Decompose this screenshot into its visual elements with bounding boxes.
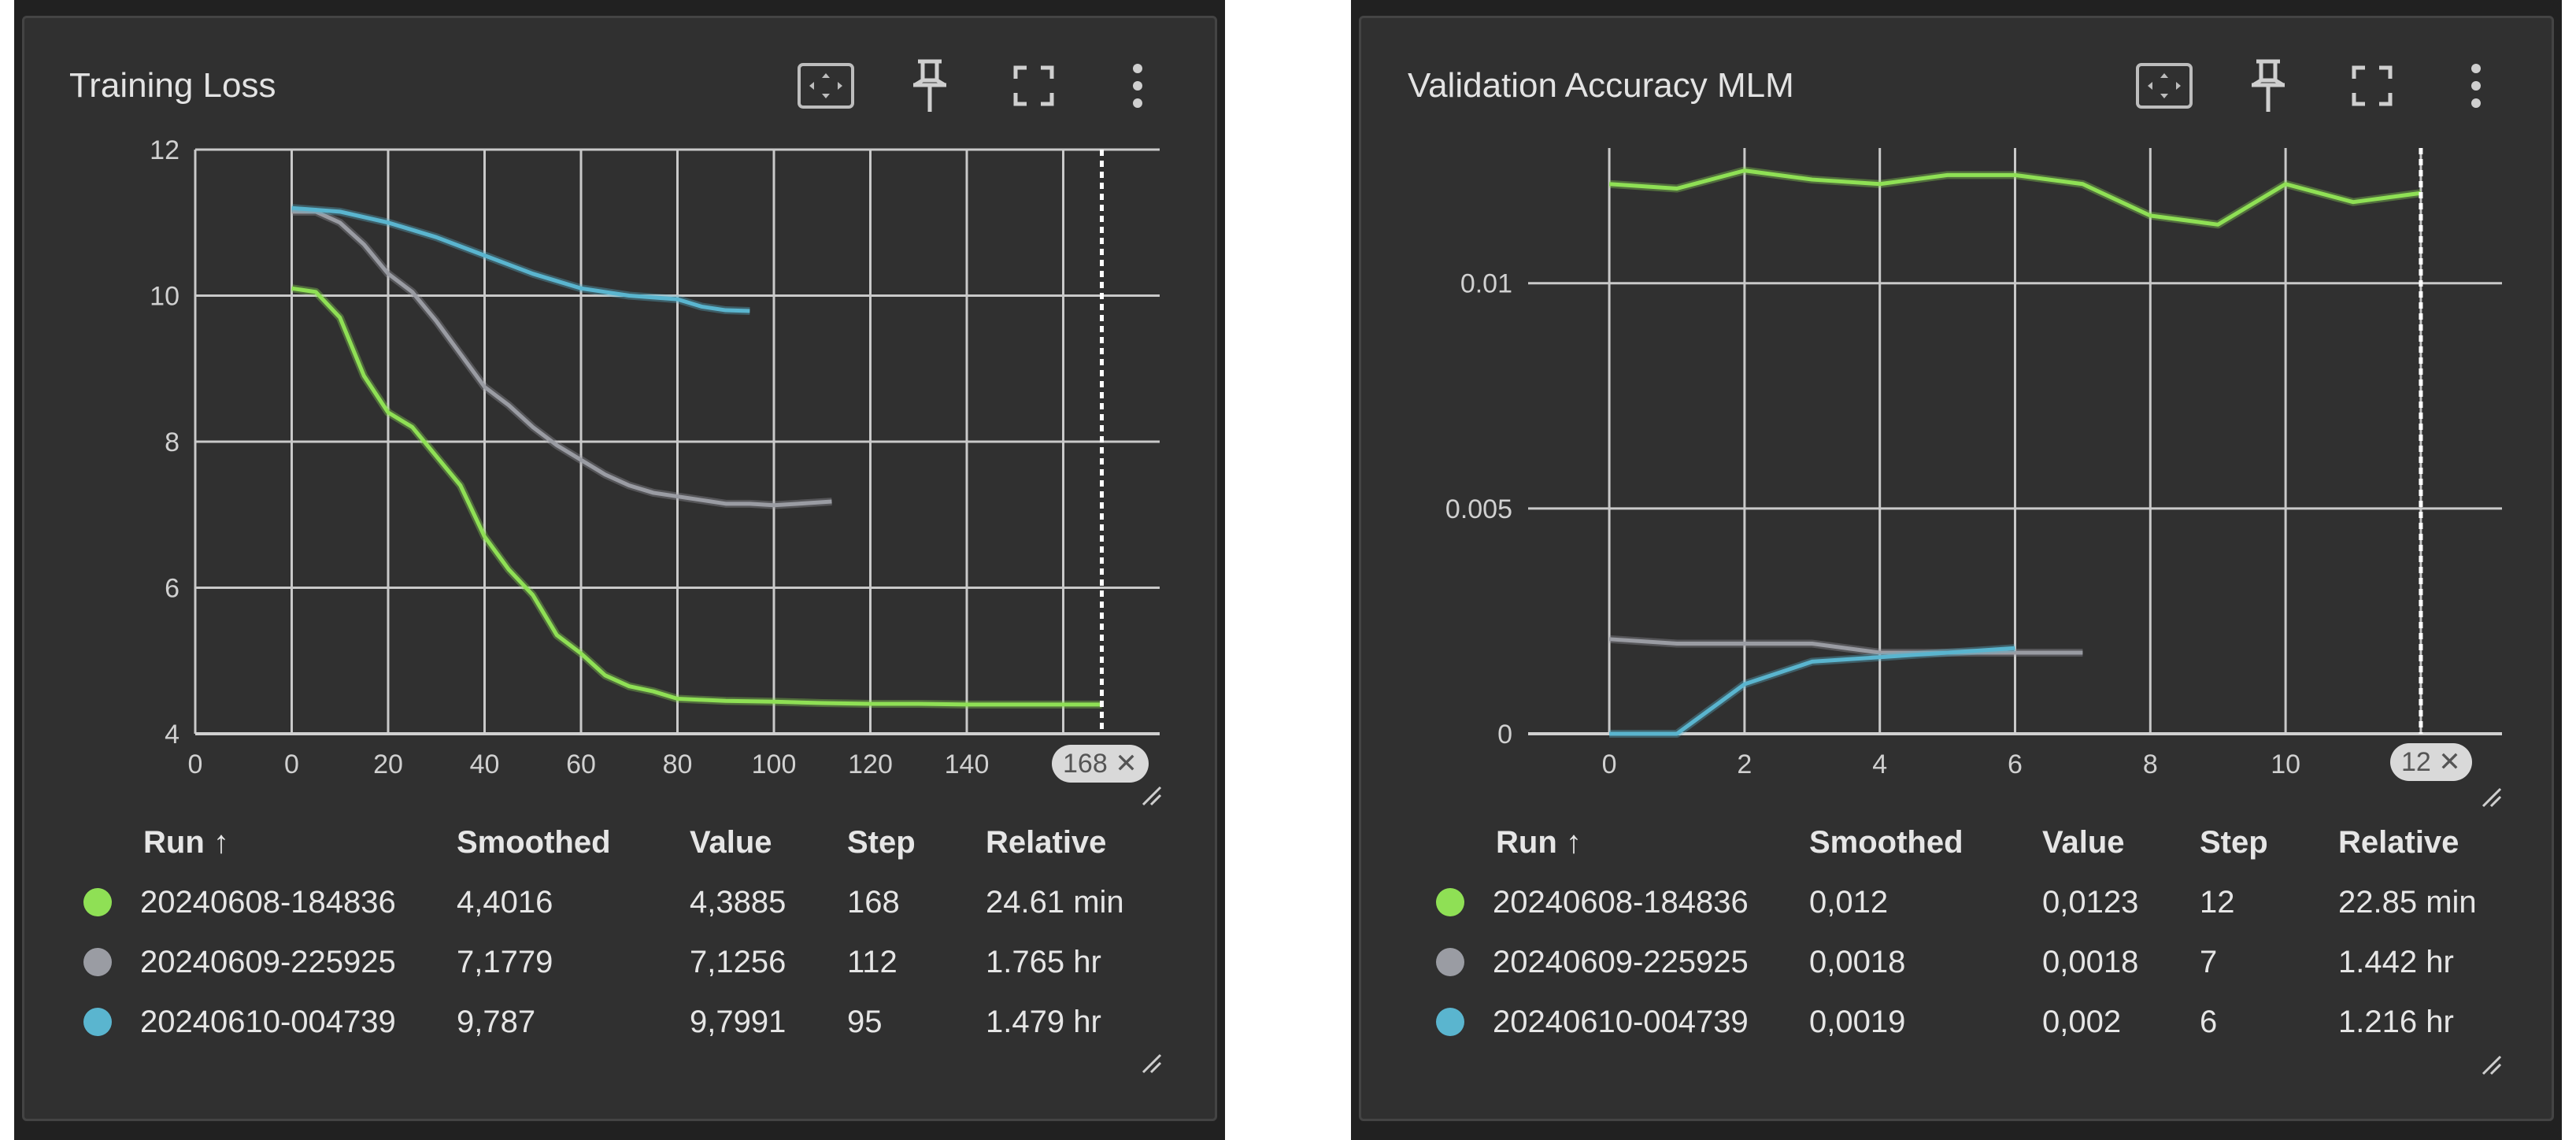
y-tick-label: 8	[165, 428, 180, 457]
x-tick-label: 6	[2008, 750, 2023, 779]
raw-value: 4,3885	[690, 885, 786, 920]
run-color-swatch	[1436, 1008, 1464, 1036]
x-tick-label: 0	[284, 750, 299, 779]
relative-time: 1.765 hr	[986, 945, 1101, 979]
raw-value: 0,002	[2042, 1005, 2122, 1039]
relative-time: 22.85 min	[2338, 885, 2477, 920]
smoothed-value: 0,012	[1809, 885, 1889, 920]
run-name: 20240610-004739	[140, 1005, 396, 1039]
relative-column-header[interactable]: Relative	[986, 819, 1106, 866]
close-icon[interactable]: ✕	[2438, 747, 2461, 777]
run-color-swatch	[1436, 948, 1464, 976]
x-tick-label: 40	[470, 750, 500, 779]
run-name: 20240609-225925	[140, 945, 396, 979]
x-tick-label: 10	[2271, 750, 2300, 779]
x-tick-label: 4	[1872, 750, 1887, 779]
y-tick-label: 12	[150, 135, 180, 165]
run-name: 20240608-184836	[140, 885, 396, 920]
raw-value: 0,0123	[2042, 885, 2139, 920]
cursor-step-value: 168	[1063, 749, 1108, 779]
step-column-header[interactable]: Step	[2200, 819, 2268, 866]
raw-value: 7,1256	[690, 945, 786, 979]
legend-row[interactable]: 20240609-225925 0,0018 0,0018 7 1.442 hr	[1406, 938, 2508, 986]
value-column-header[interactable]: Value	[2042, 819, 2125, 866]
resize-handle-icon[interactable]	[2480, 786, 2504, 809]
relative-time: 1.479 hr	[986, 1005, 1101, 1039]
x-tick-label: 20	[373, 750, 403, 779]
raw-value: 0,0018	[2042, 945, 2139, 979]
x-tick-label: 140	[945, 750, 990, 779]
run-column-header[interactable]: Run ↑	[143, 819, 229, 866]
smoothed-value: 7,1779	[457, 945, 553, 979]
resize-handle-icon[interactable]	[1140, 784, 1164, 808]
smoothed-value: 4,4016	[457, 885, 553, 920]
cursor-step-badge[interactable]: 12 ✕	[2390, 743, 2472, 781]
y-tick-label: 0.005	[1445, 494, 1512, 524]
run-column-header[interactable]: Run ↑	[1496, 819, 1582, 866]
run-color-swatch	[83, 1008, 112, 1036]
step-value: 6	[2200, 1005, 2218, 1039]
y-tick-label: 10	[150, 282, 180, 312]
run-name: 20240609-225925	[1493, 945, 1749, 979]
step-column-header[interactable]: Step	[847, 819, 916, 866]
close-icon[interactable]: ✕	[1115, 749, 1138, 779]
series-line[interactable]	[1609, 646, 2015, 736]
x-tick-label: 0	[188, 750, 203, 779]
x-tick-label: 2	[1737, 750, 1752, 779]
step-value: 95	[847, 1005, 883, 1039]
step-value: 7	[2200, 945, 2218, 979]
legend-header-row: Run ↑ Smoothed Value Step Relative	[1406, 819, 2508, 866]
cursor-step-badge[interactable]: 168 ✕	[1052, 745, 1149, 783]
x-tick-label: 60	[566, 750, 596, 779]
x-tick-label: 80	[663, 750, 693, 779]
raw-value: 9,7991	[690, 1005, 786, 1039]
step-value: 168	[847, 885, 900, 920]
validation-accuracy-chart[interactable]: 0 0.005 0.01 0 2 4 6 8 10 12	[1351, 0, 2562, 827]
run-color-swatch	[83, 948, 112, 976]
smoothed-column-header[interactable]: Smoothed	[1809, 819, 1963, 866]
legend-row[interactable]: 20240608-184836 0,012 0,0123 12 22.85 mi…	[1406, 879, 2508, 926]
resize-handle-icon[interactable]	[1140, 1052, 1164, 1075]
legend-row[interactable]: 20240608-184836 4,4016 4,3885 168 24.61 …	[69, 879, 1171, 926]
relative-time: 1.442 hr	[2338, 945, 2454, 979]
y-tick-label: 4	[165, 720, 180, 750]
legend-row[interactable]: 20240610-004739 9,787 9,7991 95 1.479 hr	[69, 998, 1171, 1046]
relative-time: 24.61 min	[986, 885, 1124, 920]
y-tick-label: 0.01	[1460, 269, 1512, 299]
run-name: 20240610-004739	[1493, 1005, 1749, 1039]
x-tick-label: 0	[1602, 750, 1617, 779]
x-tick-label: 120	[848, 750, 893, 779]
smoothed-value: 0,0018	[1809, 945, 1906, 979]
value-column-header[interactable]: Value	[690, 819, 772, 866]
training-loss-card: Training Loss 4 6 8 10 12 0 0 20 40 60 80 100 120 140…	[14, 0, 1225, 1140]
x-tick-label: 8	[2143, 750, 2158, 779]
x-tick-label: 100	[752, 750, 797, 779]
run-color-swatch	[1436, 888, 1464, 916]
y-tick-label: 6	[165, 574, 180, 604]
smoothed-column-header[interactable]: Smoothed	[457, 819, 611, 866]
smoothed-value: 9,787	[457, 1005, 536, 1039]
cursor-step-value: 12	[2401, 747, 2431, 777]
resize-handle-icon[interactable]	[2480, 1053, 2504, 1077]
y-tick-label: 0	[1497, 720, 1512, 750]
validation-accuracy-card: Validation Accuracy MLM 0 0.005 0.01 0 2 4 6 8 1…	[1351, 0, 2562, 1140]
training-loss-chart[interactable]: 468101200204060801001201401	[14, 0, 1225, 827]
run-color-swatch	[83, 888, 112, 916]
step-value: 112	[847, 945, 898, 979]
legend-header-row: Run ↑ Smoothed Value Step Relative	[69, 819, 1171, 866]
smoothed-value: 0,0019	[1809, 1005, 1906, 1039]
legend-row[interactable]: 20240609-225925 7,1779 7,1256 112 1.765 …	[69, 938, 1171, 986]
relative-column-header[interactable]: Relative	[2338, 819, 2459, 866]
step-value: 12	[2200, 885, 2235, 920]
series-line[interactable]	[291, 209, 832, 508]
legend-row[interactable]: 20240610-004739 0,0019 0,002 6 1.216 hr	[1406, 998, 2508, 1046]
relative-time: 1.216 hr	[2338, 1005, 2454, 1039]
run-name: 20240608-184836	[1493, 885, 1749, 920]
